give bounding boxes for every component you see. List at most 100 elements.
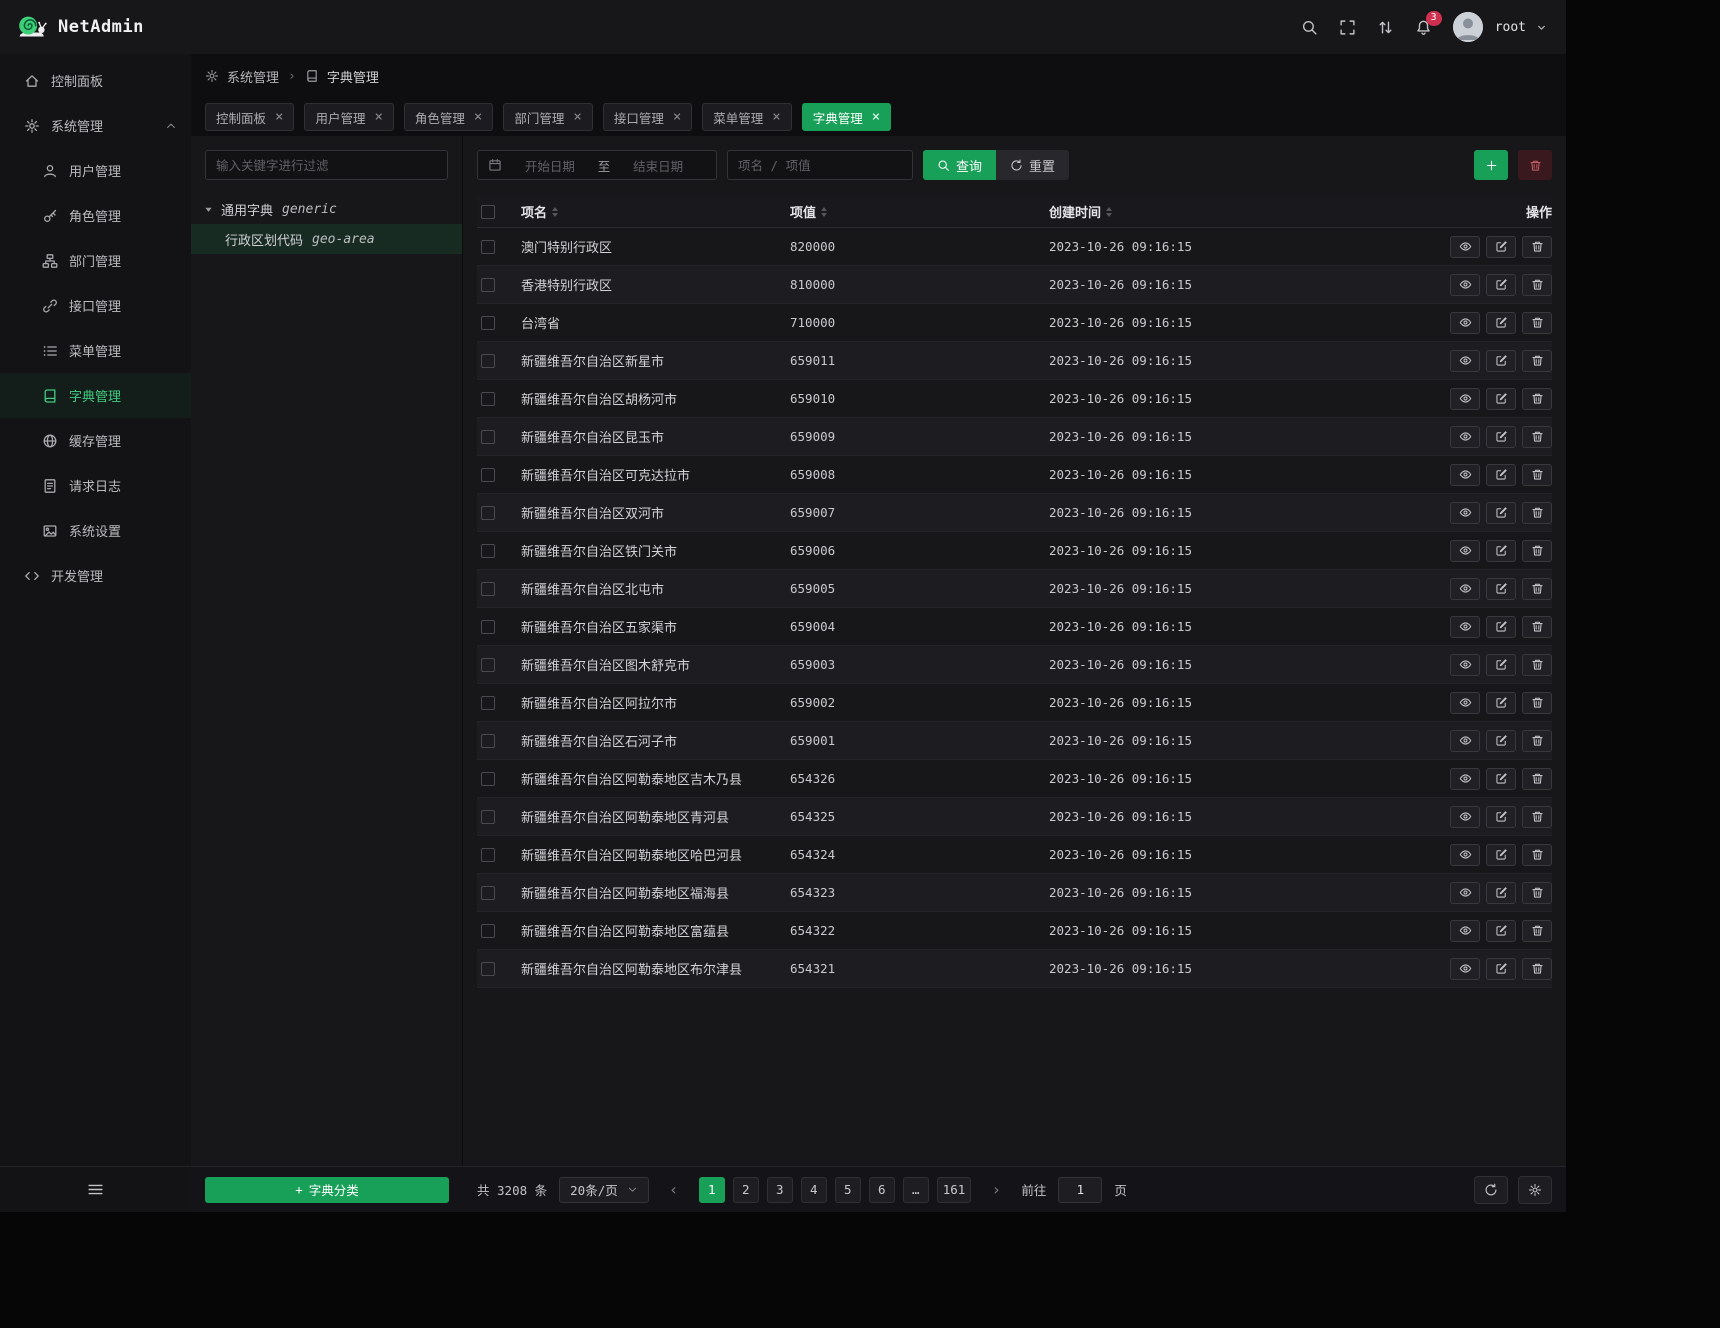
row-checkbox[interactable] xyxy=(481,848,495,862)
page-button[interactable]: 2 xyxy=(733,1177,759,1203)
avatar[interactable] xyxy=(1453,12,1483,42)
dict-category-button[interactable]: + 字典分类 xyxy=(205,1177,449,1203)
caret-down-icon[interactable] xyxy=(203,204,214,215)
refresh-button[interactable] xyxy=(1474,1176,1508,1204)
view-button[interactable] xyxy=(1450,616,1480,638)
edit-button[interactable] xyxy=(1486,654,1516,676)
sidebar-item[interactable]: 控制面板 xyxy=(0,58,191,103)
edit-button[interactable] xyxy=(1486,388,1516,410)
row-checkbox[interactable] xyxy=(481,278,495,292)
edit-button[interactable] xyxy=(1486,350,1516,372)
collapse-sidebar-icon[interactable] xyxy=(87,1181,104,1198)
edit-button[interactable] xyxy=(1486,768,1516,790)
edit-button[interactable] xyxy=(1486,806,1516,828)
settings-button[interactable] xyxy=(1518,1176,1552,1204)
more-pages-button[interactable]: … xyxy=(903,1177,929,1203)
delete-button[interactable] xyxy=(1522,274,1552,296)
page-button[interactable]: 161 xyxy=(937,1177,972,1203)
edit-button[interactable] xyxy=(1486,540,1516,562)
tree-node-geo-area[interactable]: 行政区划代码 geo-area xyxy=(191,224,462,254)
view-button[interactable] xyxy=(1450,236,1480,258)
row-checkbox[interactable] xyxy=(481,696,495,710)
edit-button[interactable] xyxy=(1486,464,1516,486)
column-header-value[interactable]: 项值 xyxy=(790,202,1049,221)
view-button[interactable] xyxy=(1450,692,1480,714)
reset-button[interactable]: 重置 xyxy=(996,150,1069,180)
username[interactable]: root xyxy=(1495,20,1526,35)
row-checkbox[interactable] xyxy=(481,582,495,596)
row-checkbox[interactable] xyxy=(481,620,495,634)
breadcrumb-item[interactable]: 系统管理 xyxy=(227,67,279,86)
view-button[interactable] xyxy=(1450,958,1480,980)
row-checkbox[interactable] xyxy=(481,240,495,254)
sidebar-item[interactable]: 角色管理 xyxy=(0,193,191,238)
close-icon[interactable]: × xyxy=(275,110,283,124)
bell-icon[interactable]: 3 xyxy=(1415,19,1432,36)
view-button[interactable] xyxy=(1450,730,1480,752)
view-button[interactable] xyxy=(1450,350,1480,372)
sidebar-item[interactable]: 菜单管理 xyxy=(0,328,191,373)
view-button[interactable] xyxy=(1450,388,1480,410)
sidebar-item[interactable]: 用户管理 xyxy=(0,148,191,193)
view-button[interactable] xyxy=(1450,426,1480,448)
close-icon[interactable]: × xyxy=(474,110,482,124)
delete-button[interactable] xyxy=(1522,312,1552,334)
switch-icon[interactable] xyxy=(1377,19,1394,36)
column-header-created[interactable]: 创建时间 xyxy=(1049,202,1432,221)
keyword-input[interactable] xyxy=(727,150,913,180)
row-checkbox[interactable] xyxy=(481,544,495,558)
date-range-picker[interactable]: 开始日期 至 结束日期 xyxy=(477,150,717,180)
sidebar-item[interactable]: 部门管理 xyxy=(0,238,191,283)
edit-button[interactable] xyxy=(1486,882,1516,904)
row-checkbox[interactable] xyxy=(481,506,495,520)
edit-button[interactable] xyxy=(1486,730,1516,752)
row-checkbox[interactable] xyxy=(481,658,495,672)
delete-button[interactable] xyxy=(1522,730,1552,752)
view-button[interactable] xyxy=(1450,844,1480,866)
page-button[interactable]: 4 xyxy=(801,1177,827,1203)
edit-button[interactable] xyxy=(1486,616,1516,638)
sidebar-item[interactable]: 系统管理 xyxy=(0,103,191,148)
add-item-button[interactable] xyxy=(1474,150,1508,180)
delete-button[interactable] xyxy=(1522,806,1552,828)
batch-delete-button[interactable] xyxy=(1518,150,1552,180)
delete-button[interactable] xyxy=(1522,958,1552,980)
view-button[interactable] xyxy=(1450,768,1480,790)
page-button[interactable]: 1 xyxy=(699,1177,725,1203)
sidebar-item[interactable]: 系统设置 xyxy=(0,508,191,553)
row-checkbox[interactable] xyxy=(481,810,495,824)
view-button[interactable] xyxy=(1450,540,1480,562)
tab-item[interactable]: 菜单管理× xyxy=(702,103,791,131)
delete-button[interactable] xyxy=(1522,578,1552,600)
row-checkbox[interactable] xyxy=(481,734,495,748)
edit-button[interactable] xyxy=(1486,274,1516,296)
row-checkbox[interactable] xyxy=(481,316,495,330)
fullscreen-icon[interactable] xyxy=(1339,19,1356,36)
edit-button[interactable] xyxy=(1486,578,1516,600)
delete-button[interactable] xyxy=(1522,882,1552,904)
tab-item[interactable]: 接口管理× xyxy=(603,103,692,131)
tree-node-generic[interactable]: 通用字典 generic xyxy=(191,194,462,224)
view-button[interactable] xyxy=(1450,578,1480,600)
edit-button[interactable] xyxy=(1486,692,1516,714)
delete-button[interactable] xyxy=(1522,692,1552,714)
tab-item[interactable]: 角色管理× xyxy=(404,103,493,131)
view-button[interactable] xyxy=(1450,654,1480,676)
row-checkbox[interactable] xyxy=(481,962,495,976)
page-button[interactable]: 3 xyxy=(767,1177,793,1203)
row-checkbox[interactable] xyxy=(481,772,495,786)
delete-button[interactable] xyxy=(1522,844,1552,866)
view-button[interactable] xyxy=(1450,502,1480,524)
tab-item[interactable]: 部门管理× xyxy=(503,103,592,131)
delete-button[interactable] xyxy=(1522,540,1552,562)
sidebar-item[interactable]: 请求日志 xyxy=(0,463,191,508)
tree-filter-input[interactable] xyxy=(205,150,448,180)
view-button[interactable] xyxy=(1450,312,1480,334)
tab-item[interactable]: 用户管理× xyxy=(304,103,393,131)
chevron-down-icon[interactable] xyxy=(1535,21,1548,34)
edit-button[interactable] xyxy=(1486,236,1516,258)
delete-button[interactable] xyxy=(1522,616,1552,638)
tab-item[interactable]: 控制面板× xyxy=(205,103,294,131)
close-icon[interactable]: × xyxy=(872,110,880,124)
close-icon[interactable]: × xyxy=(573,110,581,124)
